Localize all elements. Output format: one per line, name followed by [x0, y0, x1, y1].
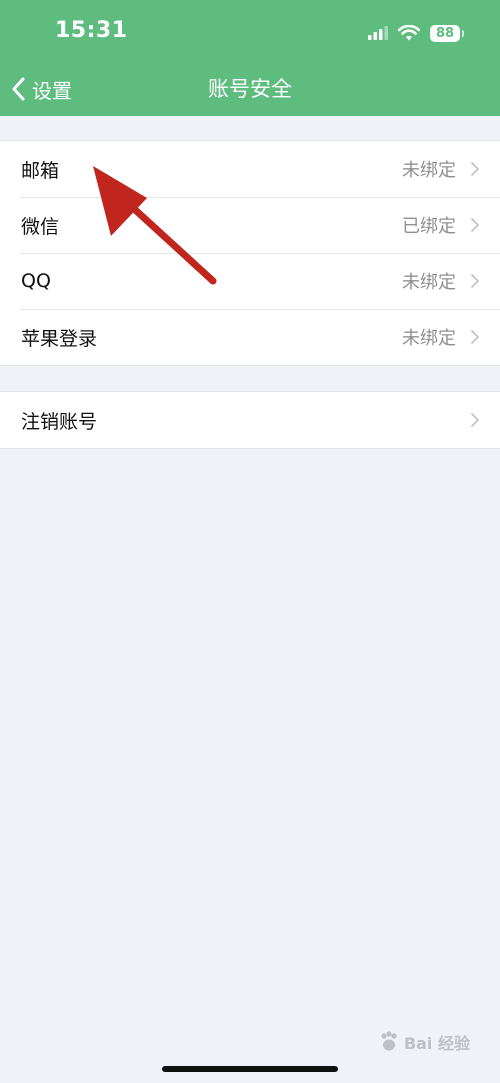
wifi-icon [398, 25, 420, 41]
list-item-label: 微信 [21, 215, 60, 238]
list-item-status: 未绑定 [402, 160, 456, 181]
cancel-account-item[interactable]: 注销账号 [0, 392, 500, 448]
chevron-right-icon [471, 162, 479, 176]
list-item-status: 未绑定 [402, 328, 456, 349]
home-indicator[interactable] [162, 1066, 338, 1072]
status-icons: 88 [368, 22, 464, 44]
list-item-wechat[interactable]: 微信 已绑定 [0, 197, 500, 253]
annotation-arrow-icon [93, 166, 217, 285]
page-title: 账号安全 [208, 77, 292, 101]
list-item-label: QQ [21, 270, 51, 292]
list-item-apple-login[interactable]: 苹果登录 未绑定 [0, 309, 500, 365]
list-item-email[interactable]: 邮箱 未绑定 [0, 141, 500, 197]
chevron-right-icon [471, 274, 479, 288]
chevron-right-icon [471, 218, 479, 232]
list-item-qq[interactable]: QQ 未绑定 [0, 253, 500, 309]
chevron-right-icon [471, 413, 479, 427]
paw-logo-icon [381, 1031, 397, 1051]
list-item-label: 邮箱 [21, 159, 60, 182]
chevron-right-icon [471, 330, 479, 344]
cellular-signal-icon [368, 26, 388, 40]
cancel-account-label: 注销账号 [21, 410, 98, 433]
list-item-label: 苹果登录 [21, 327, 98, 350]
header-bar: 15:31 88 设置 账号安全 [0, 0, 500, 116]
battery-icon: 88 [430, 24, 464, 42]
battery-level: 88 [435, 25, 455, 41]
binding-list: 邮箱 未绑定 微信 已绑定 QQ 未绑定 苹果登录 未绑定 [0, 140, 500, 366]
status-time: 15:31 [55, 18, 128, 43]
list-item-status: 已绑定 [402, 216, 456, 237]
watermark-text: Bai 经验 [403, 1034, 470, 1053]
watermark: Bai 经验 [378, 1030, 470, 1054]
back-button[interactable]: 设置 [10, 72, 72, 106]
back-button-label: 设置 [32, 78, 72, 103]
account-actions: 注销账号 [0, 391, 500, 449]
list-item-status: 未绑定 [402, 272, 456, 293]
chevron-left-icon [12, 77, 25, 101]
